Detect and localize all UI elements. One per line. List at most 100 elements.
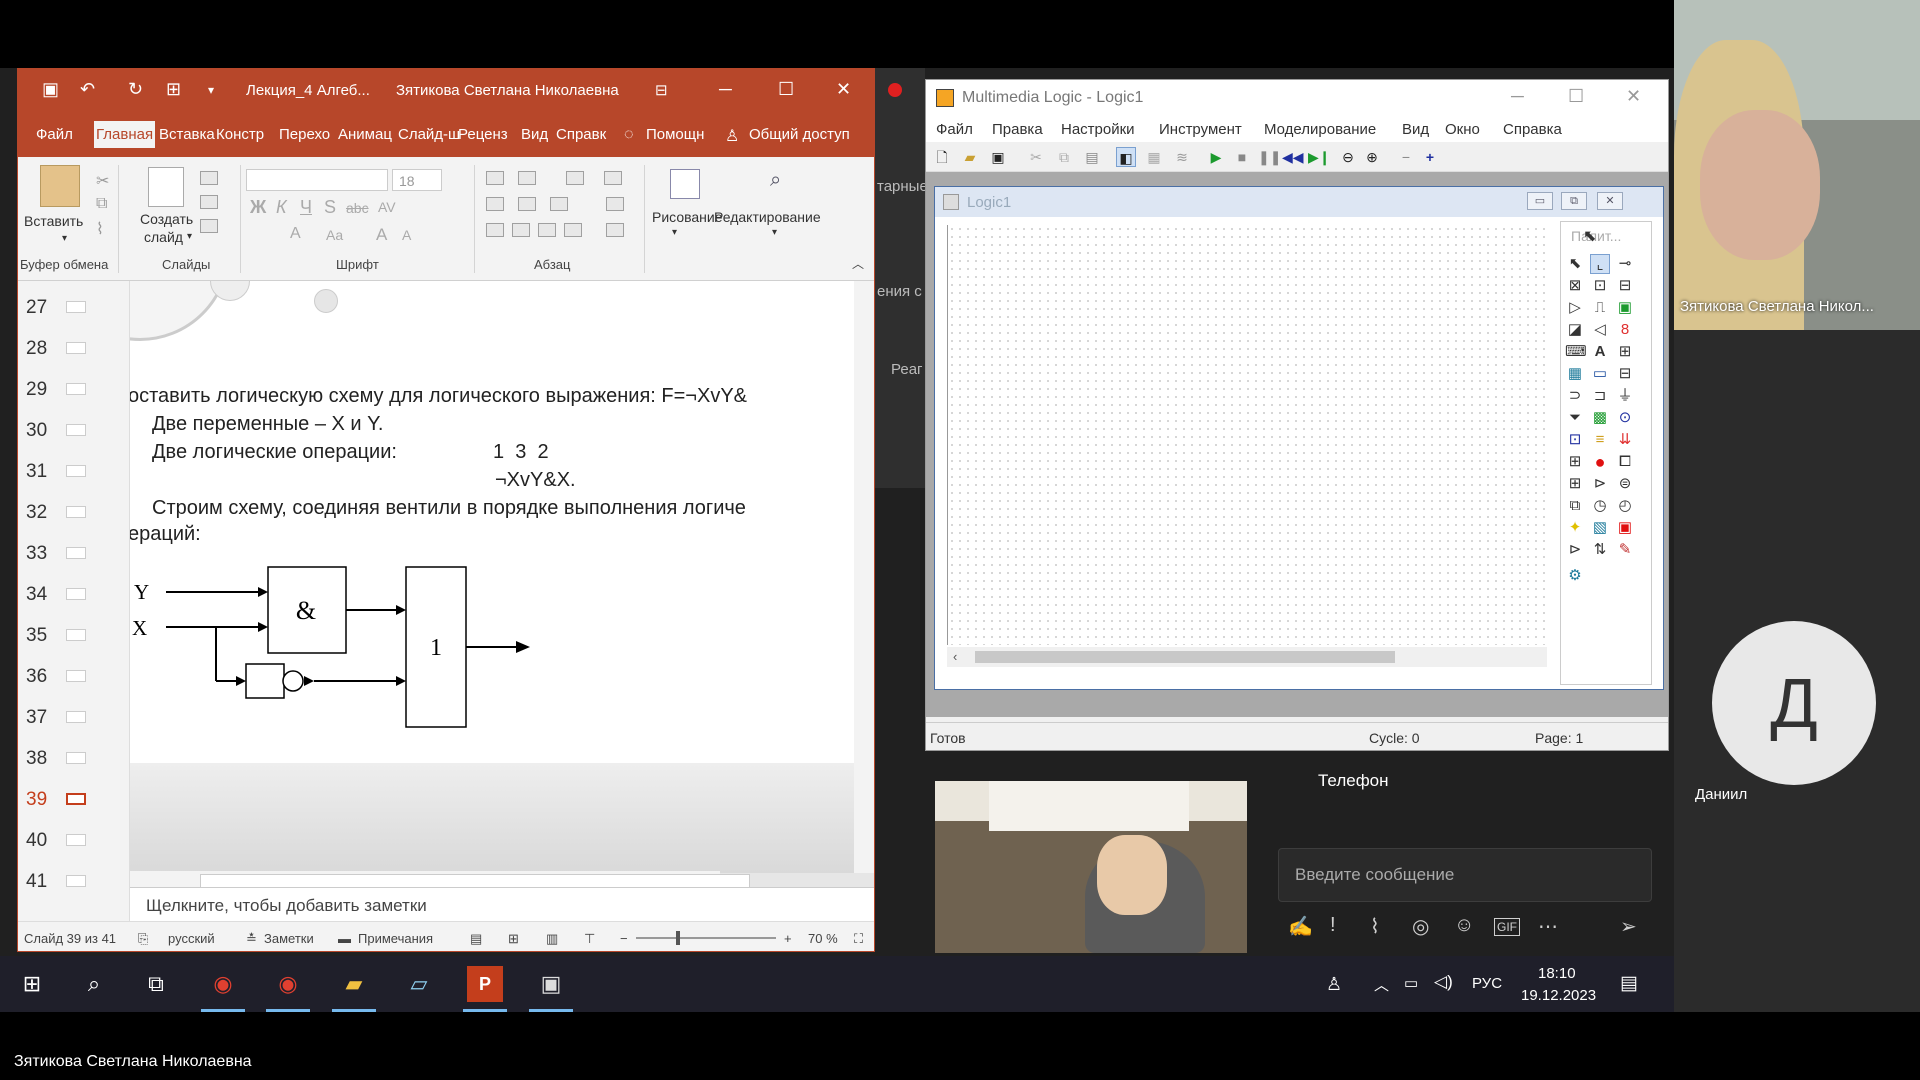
- clock-time[interactable]: 18:10: [1538, 965, 1576, 982]
- doc-close-icon[interactable]: ✕: [1597, 192, 1623, 210]
- flipflop-icon[interactable]: ⊟: [1615, 276, 1635, 296]
- account-name[interactable]: Зятикова Светлана Николаевна: [396, 82, 619, 99]
- thumbnail-item[interactable]: 40: [22, 820, 122, 861]
- bitmap-icon[interactable]: ▩: [1590, 408, 1610, 428]
- thumbnail-item[interactable]: 28: [22, 328, 122, 369]
- normal-view-icon[interactable]: ▤: [470, 931, 482, 947]
- ram-icon[interactable]: ⇊: [1615, 430, 1635, 450]
- tray-expand-icon[interactable]: ︿: [1374, 974, 1389, 995]
- red-light-icon[interactable]: ●: [1590, 452, 1610, 472]
- speaker-icon[interactable]: ◁: [1590, 320, 1610, 340]
- thumbnail-item[interactable]: 27: [22, 287, 122, 328]
- thumbnail-item[interactable]: 29: [22, 369, 122, 410]
- slideshow-icon[interactable]: ⊤: [584, 931, 595, 947]
- copy-icon[interactable]: ⧉: [1054, 147, 1074, 167]
- thumbnail-item[interactable]: 31: [22, 451, 122, 492]
- input-icon[interactable]: ⊳: [1565, 540, 1585, 560]
- italic-button[interactable]: К: [276, 197, 287, 218]
- drawing-dropdown-icon[interactable]: ▾: [672, 227, 677, 238]
- buffer-gate-icon[interactable]: ▷: [1565, 298, 1585, 318]
- search-icon[interactable]: ⌕: [76, 966, 112, 1002]
- edit-mode-icon[interactable]: ◧: [1116, 147, 1136, 167]
- search-icon[interactable]: ⌕: [770, 169, 781, 192]
- line-spacing-icon[interactable]: [566, 171, 584, 185]
- maximize-icon[interactable]: ☐: [778, 79, 794, 100]
- bold-button[interactable]: Ж: [250, 197, 266, 218]
- scrollbar-thumb[interactable]: [975, 651, 1395, 663]
- thumbnail-item[interactable]: 38: [22, 738, 122, 779]
- powerpoint-icon[interactable]: P: [463, 966, 507, 1012]
- switch-icon[interactable]: ◪: [1565, 320, 1585, 340]
- numbering-icon[interactable]: [518, 171, 536, 185]
- or-gate-icon[interactable]: ⊐: [1590, 386, 1610, 406]
- paste-button[interactable]: Вставить: [24, 213, 83, 229]
- mux-icon[interactable]: ⊳: [1590, 474, 1610, 494]
- new-file-icon[interactable]: 🗋: [932, 147, 952, 167]
- open-folder-icon[interactable]: ▰: [960, 147, 980, 167]
- sound-icon[interactable]: ▣: [1615, 518, 1635, 538]
- tab-review[interactable]: Реценз: [458, 126, 508, 143]
- tab-transitions[interactable]: Перехо: [279, 126, 330, 143]
- text-direction-icon[interactable]: [604, 171, 622, 185]
- tab-file[interactable]: Файл: [36, 126, 73, 143]
- rom-icon[interactable]: ≡: [1590, 430, 1610, 450]
- fit-to-window-icon[interactable]: ⛶: [854, 931, 863, 947]
- clock-pulse-icon[interactable]: ⎍: [1590, 298, 1610, 318]
- canvas-horizontal-scrollbar[interactable]: ‹: [947, 647, 1547, 667]
- stop-icon[interactable]: ■: [1232, 147, 1252, 167]
- task-view-icon[interactable]: ⧉: [138, 966, 174, 1002]
- run-icon[interactable]: ▶: [1206, 147, 1226, 167]
- scrollbar-thumb[interactable]: [200, 874, 750, 888]
- volume-icon[interactable]: ◁): [1434, 972, 1453, 992]
- thumbnail-item[interactable]: 32: [22, 492, 122, 533]
- led-icon[interactable]: ▣: [1615, 298, 1635, 318]
- menu-file[interactable]: Файл: [936, 121, 973, 138]
- random-icon[interactable]: ⇅: [1590, 540, 1610, 560]
- doc-restore-icon[interactable]: ⧉: [1561, 192, 1587, 210]
- close-icon[interactable]: ✕: [836, 79, 851, 100]
- notes-pane[interactable]: Щелкните, чтобы добавить заметки: [130, 887, 874, 921]
- step-icon[interactable]: ▶❙: [1308, 147, 1331, 167]
- customize-qat-icon[interactable]: ▾: [208, 83, 214, 97]
- ribbon-display-icon[interactable]: ⊟: [655, 81, 668, 99]
- draw-mode-icon[interactable]: ▦: [1144, 147, 1164, 167]
- drawing-icon[interactable]: [670, 169, 700, 199]
- menu-simulate[interactable]: Моделирование: [1264, 121, 1376, 138]
- cut-icon[interactable]: ✂: [1026, 147, 1046, 167]
- language-indicator[interactable]: русский: [168, 931, 215, 946]
- tab-home[interactable]: Главная: [94, 121, 156, 148]
- menu-window[interactable]: Окно: [1445, 121, 1480, 138]
- strikethrough-button[interactable]: abc: [346, 200, 369, 216]
- image-icon[interactable]: ▧: [1590, 518, 1610, 538]
- page-icon[interactable]: ⧠: [1615, 452, 1635, 472]
- register-icon[interactable]: ⊟: [1615, 364, 1635, 384]
- pointer-tool-icon[interactable]: ⬉: [1565, 254, 1585, 274]
- copy-icon[interactable]: ⧉: [96, 195, 107, 213]
- cpu-icon[interactable]: ⊞: [1565, 474, 1585, 494]
- thumbnail-item[interactable]: 35: [22, 615, 122, 656]
- new-slide-icon[interactable]: [148, 167, 184, 207]
- tab-tell-me[interactable]: Помощн: [646, 126, 704, 143]
- tab-animations[interactable]: Анимац: [338, 126, 392, 143]
- screen-icon[interactable]: ▭: [1590, 364, 1610, 384]
- align-center-icon[interactable]: [512, 223, 530, 237]
- notes-button[interactable]: Заметки: [264, 931, 314, 946]
- new-slide-dropdown-icon[interactable]: ▾: [187, 231, 192, 242]
- input-language[interactable]: РУС: [1472, 975, 1502, 992]
- save-icon[interactable]: ▣: [988, 147, 1008, 167]
- drawing-canvas[interactable]: [947, 225, 1547, 645]
- minimize-icon[interactable]: ─: [1511, 86, 1524, 107]
- thumbnail-item[interactable]: 33: [22, 533, 122, 574]
- coil-icon[interactable]: ⊜: [1615, 474, 1635, 494]
- menu-tools[interactable]: Инструмент: [1159, 121, 1242, 138]
- thumbnail-item[interactable]: 34: [22, 574, 122, 615]
- format-icon[interactable]: ✍: [1288, 914, 1313, 939]
- align-text-icon[interactable]: [606, 197, 624, 211]
- comments-button[interactable]: Примечания: [358, 931, 433, 946]
- maximize-icon[interactable]: ☐: [1568, 86, 1584, 107]
- font-name-field[interactable]: [246, 169, 388, 191]
- underline-button[interactable]: Ч: [300, 197, 312, 218]
- grid-display-icon[interactable]: ▦: [1565, 364, 1585, 384]
- reading-view-icon[interactable]: ▥: [546, 931, 558, 947]
- shadow-button[interactable]: S: [324, 197, 336, 218]
